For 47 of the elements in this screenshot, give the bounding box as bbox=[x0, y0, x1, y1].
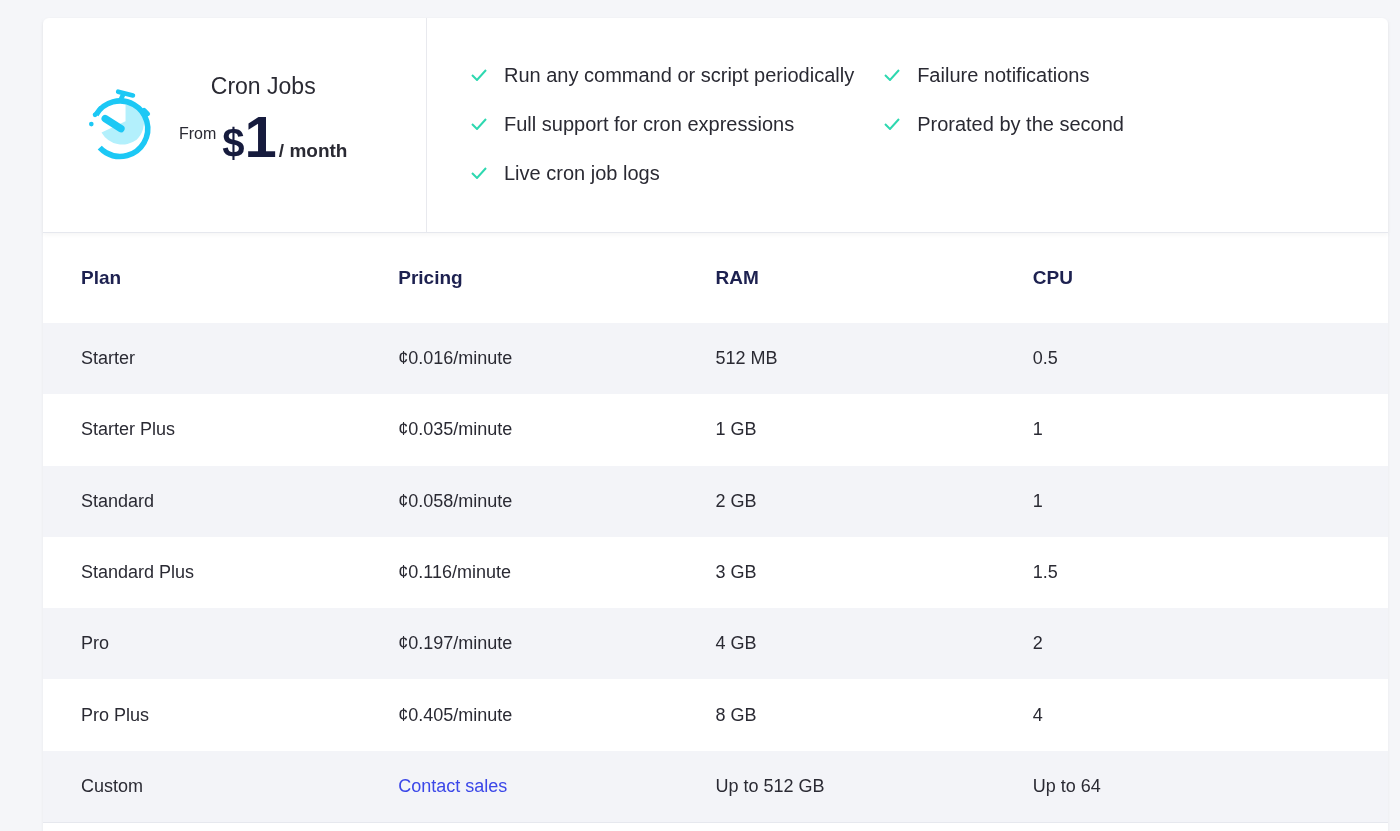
check-icon bbox=[884, 118, 901, 130]
table-cell: Up to 64 bbox=[1032, 775, 1101, 797]
table-cell: Standard Plus bbox=[81, 562, 195, 584]
feature-text: Full support for cron expressions bbox=[504, 112, 795, 136]
table-cell: 1 bbox=[1032, 490, 1043, 512]
table-cell: Standard bbox=[81, 490, 155, 512]
currency-symbol: $ bbox=[222, 120, 245, 166]
table-cell: ¢0.197/minute bbox=[398, 633, 513, 655]
column-header: Plan bbox=[81, 267, 122, 289]
table-cell: ¢0.058/minute bbox=[398, 490, 513, 512]
column-header: Pricing bbox=[398, 267, 463, 289]
price-amount: 1 bbox=[244, 107, 277, 166]
table-cell: ¢0.035/minute bbox=[398, 419, 513, 441]
table-cell: Custom bbox=[81, 775, 143, 797]
table-cell: Starter bbox=[81, 348, 136, 370]
table-cell: 4 bbox=[1032, 704, 1043, 726]
check-icon bbox=[471, 69, 487, 81]
table-cell: ¢0.016/minute bbox=[398, 348, 513, 370]
table-cell: ¢0.116/minute bbox=[398, 562, 511, 584]
table-cell: 3 GB bbox=[715, 562, 757, 584]
price-period: / month bbox=[278, 139, 348, 162]
check-icon bbox=[471, 118, 487, 130]
table-cell: Up to 512 GB bbox=[715, 775, 825, 797]
feature-text: Failure notifications bbox=[917, 63, 1090, 87]
feature-text: Run any command or script periodically bbox=[504, 63, 855, 87]
table-cell: 0.5 bbox=[1032, 348, 1058, 370]
price-prefix: From bbox=[179, 124, 217, 143]
table-cell: Starter Plus bbox=[81, 419, 176, 441]
column-header: CPU bbox=[1032, 267, 1073, 289]
table-cell: 1.5 bbox=[1032, 562, 1058, 584]
table-cell: 2 bbox=[1032, 633, 1043, 655]
table-cell: 1 bbox=[1032, 419, 1043, 441]
table-cell: 2 GB bbox=[715, 490, 757, 512]
table-cell: 4 GB bbox=[715, 633, 757, 655]
column-header: RAM bbox=[715, 267, 759, 289]
contact-sales-link[interactable]: Contact sales bbox=[398, 775, 508, 796]
check-icon bbox=[884, 69, 901, 81]
feature-text: Prorated by the second bbox=[917, 112, 1124, 136]
check-icon bbox=[471, 167, 487, 179]
table-cell: 8 GB bbox=[715, 704, 757, 726]
table-cell: Pro Plus bbox=[81, 704, 150, 726]
table-cell: 1 GB bbox=[715, 419, 757, 441]
table-cell: Pro bbox=[81, 633, 109, 655]
table-cell: 512 MB bbox=[715, 348, 778, 370]
table-cell: ¢0.405/minute bbox=[398, 704, 513, 726]
feature-text: Live cron job logs bbox=[504, 161, 660, 185]
product-title: Cron Jobs bbox=[210, 72, 316, 100]
